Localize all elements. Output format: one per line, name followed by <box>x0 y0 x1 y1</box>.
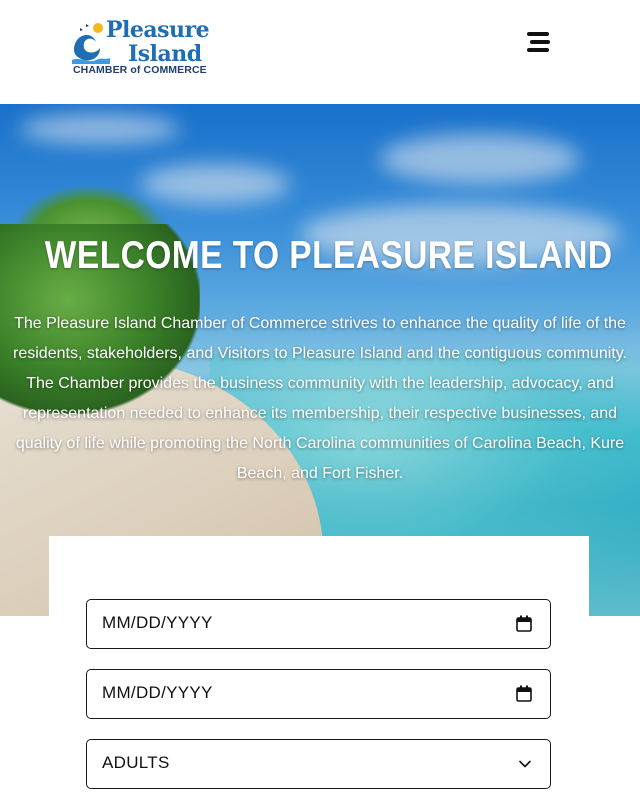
chevron-down-icon <box>519 760 531 768</box>
booking-card: MM/DD/YYYY MM/DD/YYYY ADULTS <box>49 536 589 800</box>
calendar-icon[interactable] <box>516 615 532 632</box>
calendar-icon[interactable] <box>516 685 532 702</box>
logo-title-line1: Pleasure <box>106 17 210 43</box>
logo-title-line2: Island <box>128 41 202 67</box>
wave-sun-logo-icon <box>72 23 110 64</box>
adults-select-value: ADULTS <box>102 753 170 772</box>
hero-title: WELCOME TO PLEASURE ISLAND <box>44 234 613 277</box>
menu-bar <box>527 32 549 36</box>
logo-title: Pleasure Island <box>106 17 210 67</box>
adults-select[interactable]: ADULTS <box>86 739 551 789</box>
logo-subtitle: CHAMBER of COMMERCE <box>73 64 207 76</box>
check-out-date-input[interactable]: MM/DD/YYYY <box>86 669 551 719</box>
check-out-date-value: MM/DD/YYYY <box>102 683 213 702</box>
site-header: Pleasure Island CHAMBER of COMMERCE <box>0 0 640 104</box>
site-logo[interactable]: Pleasure Island CHAMBER of COMMERCE <box>70 18 210 80</box>
menu-bar <box>530 40 550 44</box>
hamburger-menu-icon[interactable] <box>524 30 554 56</box>
hero-description: The Pleasure Island Chamber of Commerce … <box>13 315 627 482</box>
check-in-date-value: MM/DD/YYYY <box>102 613 213 632</box>
menu-bar <box>527 48 549 52</box>
check-in-date-input[interactable]: MM/DD/YYYY <box>86 599 551 649</box>
